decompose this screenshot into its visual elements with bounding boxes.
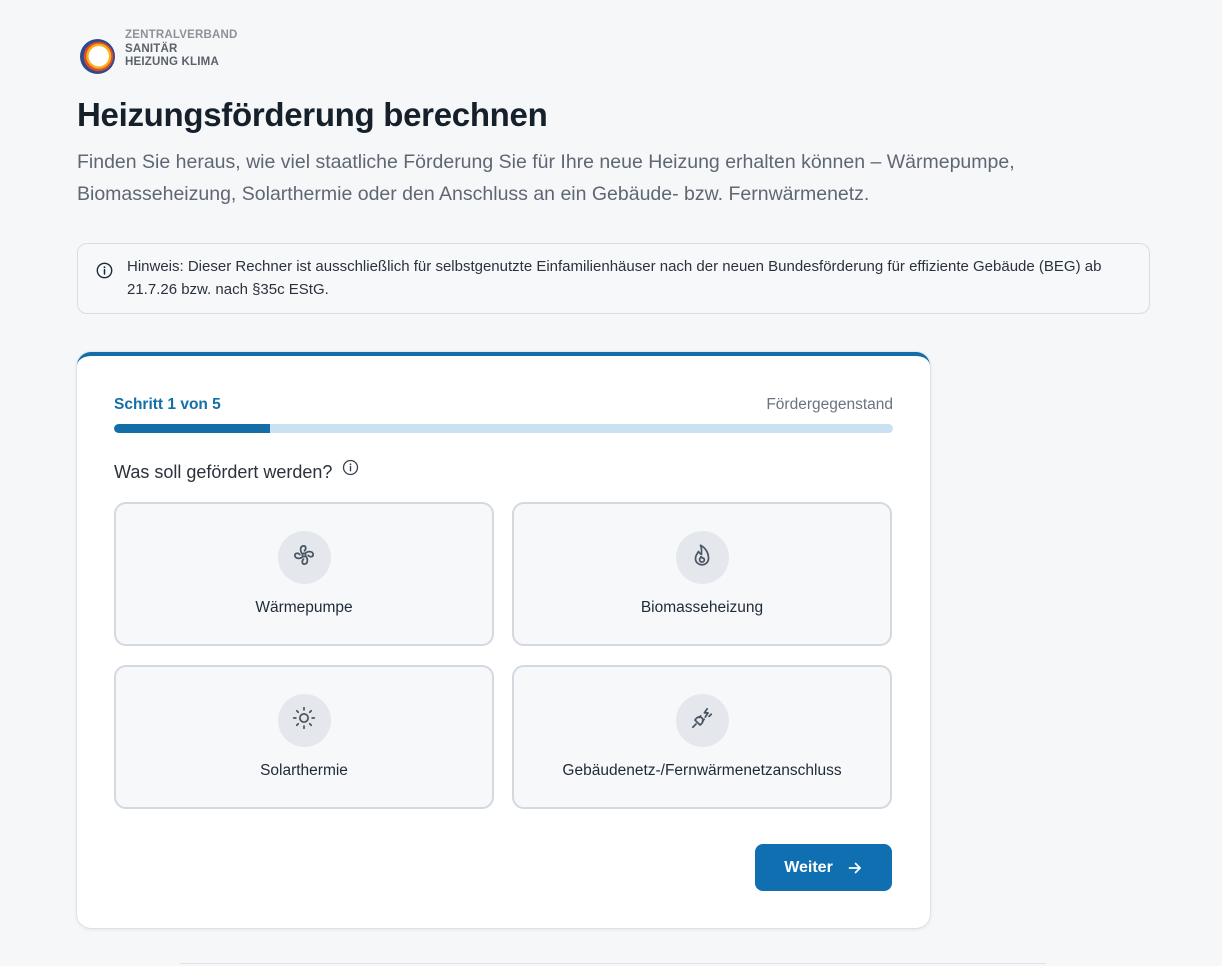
- question-text: Was soll gefördert werden?: [114, 462, 333, 482]
- progress-bar: [114, 424, 893, 433]
- option-icon-circle: [675, 694, 729, 747]
- plug-icon: [689, 705, 715, 736]
- page-title: Heizungsförderung berechnen: [77, 96, 548, 133]
- option-icon-circle: [277, 694, 331, 747]
- step-name: Fördergegenstand: [766, 396, 893, 413]
- arrow-right-icon: [847, 860, 863, 876]
- question: Was soll gefördert werden?: [114, 459, 359, 483]
- info-icon: [96, 262, 113, 284]
- notice-text: Hinweis: Dieser Rechner ist ausschließli…: [127, 258, 1102, 298]
- page-subtitle: Finden Sie heraus, wie viel staatliche F…: [77, 151, 1015, 205]
- logo-line-2: SANITÄR: [125, 42, 178, 55]
- option-label: Biomasseheizung: [640, 599, 764, 616]
- option-biomasseheizung[interactable]: Biomasseheizung: [512, 502, 892, 646]
- logo-text: ZENTRALVERBAND SANITÄR HEIZUNG KLIMA: [125, 29, 237, 70]
- notice-box: Hinweis: Dieser Rechner ist ausschließli…: [77, 243, 1150, 314]
- option-icon-circle: [277, 531, 331, 584]
- logo-mark: [79, 38, 116, 75]
- option-waermepumpe[interactable]: Wärmepumpe: [114, 502, 494, 646]
- next-button-label: Weiter: [784, 858, 833, 876]
- fan-icon: [290, 541, 318, 574]
- next-button[interactable]: Weiter: [755, 844, 892, 891]
- option-label: Gebäudenetz-/Fernwärmenetzanschluss: [562, 762, 842, 779]
- logo: ZENTRALVERBAND SANITÄR HEIZUNG KLIMA: [79, 24, 237, 75]
- question-info-icon[interactable]: [342, 459, 359, 481]
- progress-bar-fill: [114, 424, 270, 433]
- footer-divider: [180, 963, 1046, 964]
- option-solarthermie[interactable]: Solarthermie: [114, 665, 494, 809]
- logo-line-3: HEIZUNG KLIMA: [125, 56, 219, 69]
- logo-line-1: ZENTRALVERBAND: [125, 29, 238, 42]
- option-gebaeudenetz-fernwaermenetz[interactable]: Gebäudenetz-/Fernwärmenetzanschluss: [512, 665, 892, 809]
- option-icon-circle: [675, 531, 729, 584]
- sun-icon: [291, 705, 317, 736]
- option-label: Wärmepumpe: [255, 599, 353, 616]
- wizard-card: Schritt 1 von 5 Fördergegenstand Was sol…: [77, 352, 930, 928]
- option-label: Solarthermie: [260, 762, 348, 779]
- step-label: Schritt 1 von 5: [114, 396, 221, 413]
- flame-icon: [689, 542, 715, 573]
